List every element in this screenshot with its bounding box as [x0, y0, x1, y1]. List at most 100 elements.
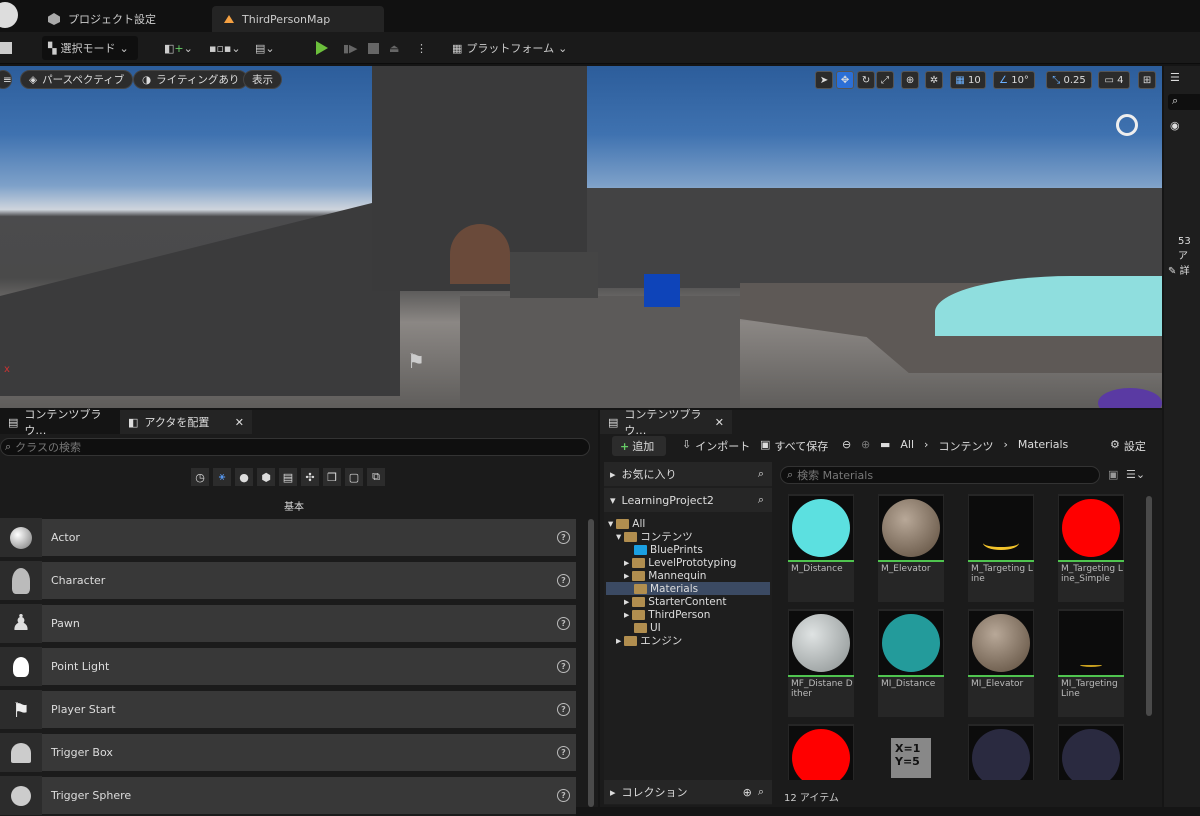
help-icon[interactable]: ? [557, 531, 570, 544]
asset-tile[interactable]: X=1 Y=5 [878, 724, 944, 780]
rotate-tool-icon[interactable]: ↻ [857, 71, 875, 89]
asset-tile[interactable]: MI_Distance [878, 609, 944, 717]
visual-effects-icon[interactable]: ✣ [301, 468, 319, 486]
platform-dropdown[interactable]: ▦ プラットフォーム ⌄ [452, 36, 567, 60]
tree-item-blueprints[interactable]: BluePrints [634, 543, 703, 556]
surface-snap-icon[interactable]: ✲ [925, 71, 943, 89]
asset-tile[interactable]: M_Elevator [878, 494, 944, 602]
scale-tool-icon[interactable]: ⤢ [876, 71, 894, 89]
tree-item-materials[interactable]: Materials [606, 582, 770, 595]
asset-tile[interactable] [968, 724, 1034, 780]
select-tool-icon[interactable]: ➤ [815, 71, 833, 89]
actor-item-pawn[interactable]: ♟ Pawn? [0, 604, 576, 644]
help-icon[interactable]: ? [557, 660, 570, 673]
add-collection-icon[interactable]: ⊕ [743, 786, 752, 799]
grid-snap-button[interactable]: ▦ 10 [950, 71, 986, 89]
cinematics-button[interactable]: ▤⌄ [255, 36, 275, 60]
light-category-icon[interactable]: ● [235, 468, 253, 486]
project-header[interactable]: ▾ LearningProject2 ⌕ [604, 488, 772, 512]
show-button[interactable]: 表示 [243, 70, 282, 89]
lighting-button[interactable]: ◑ ライティングあり [133, 70, 249, 89]
favorites-header[interactable]: ▸ お気に入り ⌕ [604, 462, 772, 486]
eject-button[interactable]: ⏏ [389, 36, 399, 60]
save-icon[interactable] [0, 36, 16, 60]
actor-item-point-light[interactable]: Point Light? [0, 647, 576, 687]
tree-item-levelprototyping[interactable]: ▸ LevelPrototyping [624, 556, 736, 569]
asset-tile[interactable]: M_Targeting Line [968, 494, 1034, 602]
volumes-icon[interactable]: ▢ [345, 468, 363, 486]
tab-content-browser[interactable]: ▤ コンテンツブラウ… ✕ [600, 408, 732, 437]
asset-tile[interactable]: MF_Distane Dither [788, 609, 854, 717]
help-icon[interactable]: ? [557, 703, 570, 716]
forward-icon[interactable]: ⊕ [861, 438, 870, 451]
level-viewport[interactable]: ⚑ ≡ ◈ パースペクティブ ◑ ライティングあり 表示 ➤ ✥ ↻ ⤢ ⊕ ✲… [0, 66, 1162, 408]
viewport-menu-button[interactable]: ≡ [0, 70, 12, 89]
save-search-icon[interactable]: ▣ [1108, 468, 1118, 481]
tab-map[interactable]: ThirdPersonMap [212, 6, 384, 32]
shape-category-icon[interactable]: ⬢ [257, 468, 275, 486]
import-button[interactable]: ⇩ インポート [682, 438, 750, 454]
search-icon[interactable]: ⌕ [758, 467, 764, 481]
collections-header[interactable]: ▸ コレクション ⊕ ⌕ [604, 780, 772, 804]
close-icon[interactable]: ✕ [235, 416, 244, 429]
filter-icon[interactable]: ☰⌄ [1126, 468, 1145, 481]
select-mode-dropdown[interactable]: ▚ 選択モード ⌄ [42, 36, 138, 60]
basic-category-icon[interactable]: ⚹ [213, 468, 231, 486]
help-icon[interactable]: ? [557, 574, 570, 587]
cinematic-category-icon[interactable]: ▤ [279, 468, 297, 486]
rotation-snap-button[interactable]: ∠ 10° [993, 71, 1035, 89]
outliner-search[interactable]: ⌕ [1168, 94, 1200, 110]
actor-item-player-start[interactable]: ⚑ Player Start? [0, 690, 576, 730]
advance-frame-button[interactable]: ▮▶ [343, 36, 358, 60]
asset-search-input[interactable]: ⌕ 検索 Materials [780, 466, 1100, 484]
class-search-input[interactable]: ⌕ クラスの検索 [0, 438, 590, 456]
sun-gizmo-icon[interactable] [1116, 114, 1138, 136]
geometry-icon[interactable]: ❒ [323, 468, 341, 486]
asset-tile[interactable]: MI_Elevator [968, 609, 1034, 717]
world-space-icon[interactable]: ⊕ [901, 71, 919, 89]
asset-tile[interactable]: M_Targeting Line_Simple [1058, 494, 1124, 602]
blueprint-button[interactable]: ▪▫▪⌄ [209, 36, 241, 60]
add-button[interactable]: + 追加 [612, 436, 666, 456]
tab-place-actors[interactable]: ◧ アクタを配置 ✕ [120, 410, 252, 434]
crumb-materials[interactable]: Materials [1018, 438, 1068, 454]
recent-icon[interactable]: ◷ [191, 468, 209, 486]
tree-item-thirdperson[interactable]: ▸ ThirdPerson [624, 608, 710, 621]
more-options-button[interactable]: ⋮ [416, 36, 427, 60]
add-actor-button[interactable]: ◧+⌄ [164, 36, 193, 60]
stop-button[interactable] [368, 36, 379, 60]
asset-tile[interactable]: MI_Targeting Line [1058, 609, 1124, 717]
player-start-icon[interactable]: ⚑ [407, 349, 433, 375]
actor-item-trigger-box[interactable]: Trigger Box? [0, 733, 576, 773]
details-tab[interactable]: ✎ 詳 [1168, 262, 1190, 277]
actor-item-character[interactable]: Character? [0, 561, 576, 601]
scene-purple-sphere[interactable] [1098, 388, 1162, 408]
all-classes-icon[interactable]: ⧉ [367, 468, 385, 486]
settings-button[interactable]: ⚙ 設定 [1110, 438, 1146, 454]
asset-tile[interactable] [788, 724, 854, 780]
search-icon[interactable]: ⌕ [758, 785, 764, 799]
layout-icon[interactable]: ⊞ [1138, 71, 1156, 89]
tree-item-startercontent[interactable]: ▸ StarterContent [624, 595, 726, 608]
help-icon[interactable]: ? [557, 746, 570, 759]
search-icon[interactable]: ⌕ [758, 493, 764, 507]
asset-tile[interactable]: M_Distance [788, 494, 854, 602]
help-icon[interactable]: ? [557, 617, 570, 630]
camera-speed-button[interactable]: ▭ 4 [1098, 71, 1130, 89]
perspective-button[interactable]: ◈ パースペクティブ [20, 70, 134, 89]
help-icon[interactable]: ? [557, 789, 570, 802]
scale-snap-button[interactable]: ⤡ 0.25 [1046, 71, 1092, 89]
save-all-button[interactable]: ▣ すべて保存 [760, 438, 828, 454]
eye-icon[interactable]: ◉ [1170, 119, 1180, 132]
tab-project-settings[interactable]: プロジェクト設定 [36, 6, 168, 32]
asset-tile[interactable] [1058, 724, 1124, 780]
close-icon[interactable]: ✕ [715, 416, 724, 429]
actor-item-actor[interactable]: Actor? [0, 518, 576, 558]
tree-item-mannequin[interactable]: ▸ Mannequin [624, 569, 706, 582]
actor-list-scrollbar[interactable] [588, 519, 594, 807]
play-button[interactable] [316, 36, 328, 60]
asset-grid-scrollbar[interactable] [1146, 496, 1152, 716]
scene-blue-cube[interactable] [644, 274, 680, 307]
tree-item-content[interactable]: ▾ コンテンツ [616, 530, 693, 544]
tree-item-engine[interactable]: ▸ エンジン [616, 634, 682, 648]
